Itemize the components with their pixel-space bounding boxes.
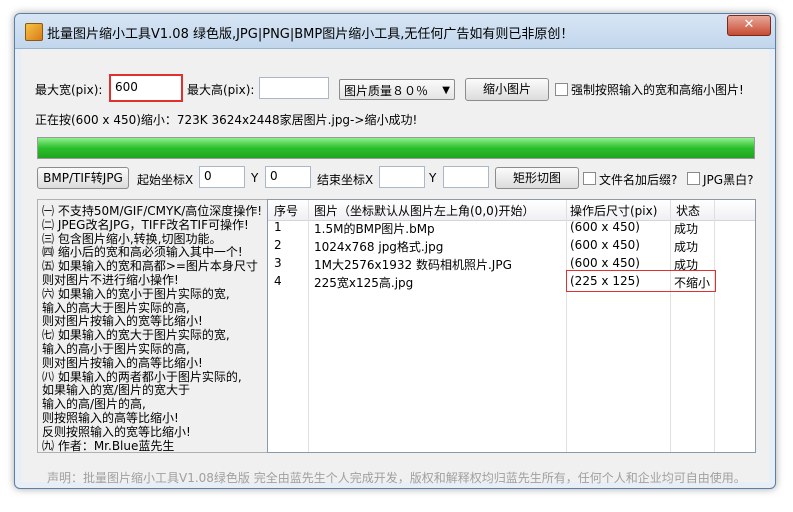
force-size-checkbox[interactable] [555, 83, 568, 96]
end-y-label: Y [429, 171, 437, 185]
end-y-input[interactable] [443, 166, 489, 188]
jpg-black-checkbox[interactable] [687, 172, 700, 185]
table-cell: 1.5M的BMP图片.bMp [314, 222, 435, 236]
quality-select[interactable]: 图片质量８０％ ▼ [339, 79, 455, 100]
table-cell: 成功 [674, 240, 699, 254]
table-cell: 225宽x125高.jpg [314, 276, 414, 290]
rect-crop-button[interactable]: 矩形切图 [495, 167, 579, 189]
start-y-input[interactable]: 0 [265, 166, 311, 188]
max-height-label: 最大高(pix): [187, 83, 255, 97]
progress-bar [37, 137, 755, 159]
table-cell: 1 [274, 220, 282, 234]
app-icon [25, 23, 43, 41]
table-cell: 1M大2576x1932 数码相机照片.JPG [314, 258, 512, 272]
end-x-input[interactable] [379, 166, 425, 188]
header-index[interactable]: 序号 [274, 202, 298, 219]
convert-bmp-tif-button[interactable]: BMP/TIF转JPG [37, 167, 129, 189]
table-cell: 成功 [674, 222, 699, 236]
jpg-black-label: JPG黑白? [703, 173, 754, 187]
footer-disclaimer: 声明：批量图片缩小工具V1.08绿色版 完全由蓝先生个人完成开发，版权和解释权均… [47, 471, 746, 485]
table-cell: (600 x 450) [570, 220, 640, 234]
notes-panel: ㈠ 不支持50M/GIF/CMYK/高位深度操作! ㈡ JPEG改名JPG，TIF… [37, 199, 271, 453]
table-cell: 3 [274, 256, 282, 270]
close-button[interactable]: ✕ [727, 15, 771, 36]
start-y-label: Y [251, 171, 259, 185]
table-cell: 1024x768 jpg格式.jpg [314, 240, 444, 254]
end-coord-label: 结束坐标X [317, 173, 374, 187]
note-line: ㈨ 作者：Mr.Blue蓝先生 [42, 438, 175, 453]
header-image[interactable]: 图片（坐标默认从图片左上角(0,0)开始） [314, 202, 534, 219]
max-width-input[interactable]: 600 [109, 74, 183, 102]
start-coord-label: 起始坐标X [137, 173, 194, 187]
header-status[interactable]: 状态 [676, 202, 700, 219]
max-height-input[interactable] [259, 77, 329, 99]
suffix-checkbox[interactable] [583, 172, 596, 185]
table-cell: 2 [274, 238, 282, 252]
title-bar: 批量图片缩小工具V1.08 绿色版,JPG|PNG|BMP图片缩小工具,无任何广… [15, 14, 775, 49]
status-text: 正在按(600 x 450)缩小：723K 3624x2448家居图片.jpg-… [35, 113, 418, 127]
start-x-input[interactable]: 0 [199, 166, 245, 188]
app-window: 批量图片缩小工具V1.08 绿色版,JPG|PNG|BMP图片缩小工具,无任何广… [14, 13, 776, 489]
table-cell: (600 x 450) [570, 238, 640, 252]
client-area: 最大宽(pix): 600 最大高(pix): 图片质量８０％ ▼ 缩小图片 强… [21, 49, 769, 485]
window-title: 批量图片缩小工具V1.08 绿色版,JPG|PNG|BMP图片缩小工具,无任何广… [47, 27, 574, 42]
suffix-label: 文件名加后缀? [599, 173, 678, 187]
progress-fill [38, 138, 754, 158]
highlight-box [566, 270, 716, 292]
table-cell: (600 x 450) [570, 256, 640, 270]
table-cell: 4 [274, 274, 282, 288]
max-width-label: 最大宽(pix): [35, 83, 103, 97]
shrink-button[interactable]: 缩小图片 [465, 78, 549, 101]
force-size-label: 强制按照输入的宽和高缩小图片! [571, 83, 744, 97]
header-size[interactable]: 操作后尺寸(pix) [570, 202, 657, 219]
results-table[interactable]: 序号 图片（坐标默认从图片左上角(0,0)开始） 操作后尺寸(pix) 状态 1… [267, 199, 756, 453]
quality-select-value: 图片质量８０％ [344, 84, 429, 98]
chevron-down-icon: ▼ [442, 85, 450, 96]
